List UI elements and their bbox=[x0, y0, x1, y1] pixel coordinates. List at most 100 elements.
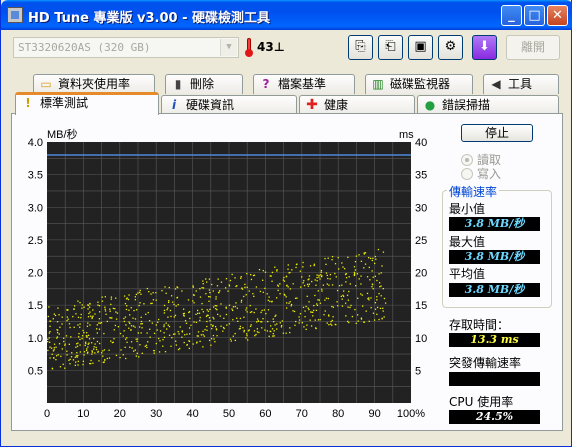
access-time-point bbox=[115, 297, 117, 299]
access-time-point bbox=[58, 314, 60, 316]
access-time-point bbox=[299, 270, 301, 272]
access-time-point bbox=[243, 295, 245, 298]
access-time-point bbox=[47, 349, 49, 352]
write-radio[interactable]: 寫入 bbox=[461, 165, 501, 182]
access-time-point bbox=[298, 316, 300, 318]
access-time-point bbox=[47, 338, 49, 340]
access-time-point bbox=[138, 356, 140, 358]
access-time-point bbox=[209, 291, 211, 294]
access-time-point bbox=[96, 324, 98, 326]
drive-select[interactable]: ST3320620AS (320 GB) ▼ bbox=[13, 37, 239, 58]
access-time-point bbox=[51, 367, 54, 369]
access-time-point bbox=[49, 346, 51, 348]
access-time-point bbox=[324, 257, 326, 260]
write-radio-dot[interactable] bbox=[461, 168, 473, 180]
access-time-point bbox=[366, 292, 369, 295]
access-time-point bbox=[316, 304, 319, 307]
access-time-point bbox=[360, 275, 362, 277]
access-time-point bbox=[360, 260, 363, 262]
access-time-point bbox=[92, 315, 94, 317]
access-time-point bbox=[145, 344, 148, 346]
access-time-point bbox=[52, 350, 55, 352]
access-time-point bbox=[273, 335, 275, 337]
access-time-point bbox=[347, 256, 349, 259]
thermometer-icon bbox=[245, 38, 253, 57]
access-time-point bbox=[98, 342, 101, 345]
tab-drive-info[interactable]: i 硬碟資訊 bbox=[161, 95, 297, 115]
access-time-point bbox=[365, 310, 367, 312]
access-time-point bbox=[357, 297, 359, 299]
save-button[interactable]: ▣ bbox=[408, 35, 433, 60]
access-time-point bbox=[163, 324, 165, 326]
access-time-point bbox=[167, 324, 169, 326]
access-time-point bbox=[134, 296, 137, 298]
access-time-point bbox=[103, 361, 105, 363]
copy-text-button[interactable]: ⎘ bbox=[348, 35, 373, 60]
access-time-point bbox=[58, 333, 60, 335]
access-time-point bbox=[174, 288, 177, 290]
access-time-point bbox=[319, 319, 321, 321]
access-time-point bbox=[172, 333, 175, 335]
access-time-point bbox=[374, 262, 376, 265]
tab-file-benchmark[interactable]: ? 檔案基準 bbox=[253, 74, 355, 94]
access-time-point bbox=[55, 346, 57, 348]
access-time-point bbox=[188, 347, 190, 350]
access-time-point bbox=[327, 297, 329, 300]
close-button[interactable]: ✕ bbox=[547, 5, 568, 26]
access-time-point bbox=[249, 304, 251, 307]
copy-text-icon: ⎘ bbox=[355, 39, 366, 54]
copy-screenshot-button[interactable]: ⎗ bbox=[378, 35, 403, 60]
title-bar[interactable]: HD Tune 專業版 v3.00 - 硬碟檢測工具 _ □ ✕ bbox=[1, 0, 572, 30]
exit-arrow-button[interactable]: ⬇ bbox=[472, 35, 497, 60]
access-time-point bbox=[79, 326, 81, 328]
access-time-point bbox=[206, 314, 208, 316]
avg-value: 3.8 MB/秒 bbox=[449, 283, 540, 297]
access-time-point bbox=[138, 326, 141, 328]
access-time-point bbox=[243, 316, 245, 318]
access-time-point bbox=[130, 325, 133, 327]
access-time-point bbox=[271, 328, 274, 330]
access-time-point bbox=[153, 332, 156, 335]
tab-tools[interactable]: ◀ 工具 bbox=[483, 74, 559, 94]
access-time-point bbox=[246, 273, 248, 275]
access-time-point bbox=[332, 316, 334, 318]
app-icon[interactable] bbox=[7, 7, 23, 23]
options-button[interactable]: ⚙ bbox=[438, 35, 463, 60]
tab-erase[interactable]: ▮ 刪除 bbox=[165, 74, 243, 94]
y-left-tick-label: 4.0 bbox=[28, 137, 43, 149]
access-time-point bbox=[314, 294, 316, 297]
access-time-point bbox=[257, 320, 259, 322]
access-time-point bbox=[258, 268, 261, 271]
access-time-point bbox=[337, 256, 339, 259]
access-time-point bbox=[267, 309, 270, 311]
access-time-point bbox=[153, 350, 155, 352]
minimize-button[interactable]: _ bbox=[501, 5, 522, 26]
access-time-point bbox=[110, 303, 112, 306]
access-time-point bbox=[355, 255, 358, 257]
stop-button[interactable]: 停止 bbox=[461, 124, 533, 142]
access-time-point bbox=[77, 336, 80, 338]
access-time-point bbox=[299, 313, 302, 315]
access-time-point bbox=[214, 326, 217, 328]
tab-benchmark[interactable]: ! 標準測試 bbox=[15, 92, 159, 115]
tab-health[interactable]: ✚ 健康 bbox=[299, 95, 415, 115]
access-time-point bbox=[255, 308, 257, 310]
access-time-point bbox=[285, 296, 287, 298]
x-tick-label: 30 bbox=[150, 408, 162, 420]
exit-button[interactable]: 離開 bbox=[506, 35, 560, 60]
access-time-point bbox=[232, 319, 234, 321]
access-time-point bbox=[372, 257, 374, 259]
access-time-point bbox=[264, 271, 267, 273]
access-time-point bbox=[282, 332, 285, 334]
chevron-down-icon[interactable]: ▼ bbox=[220, 39, 237, 56]
access-time-point bbox=[239, 327, 241, 330]
access-time-point bbox=[138, 304, 140, 307]
tab-error-scan[interactable]: ● 錯誤掃描 bbox=[417, 95, 559, 115]
tab-folder-usage[interactable]: ▭ 資料夾使用率 bbox=[33, 74, 155, 94]
hd-tune-window: HD Tune 專業版 v3.00 - 硬碟檢測工具 _ □ ✕ ST33206… bbox=[0, 0, 572, 447]
tab-disk-monitor[interactable]: ▥ 磁碟監視器 bbox=[365, 74, 473, 94]
maximize-button[interactable]: □ bbox=[524, 5, 545, 26]
access-time-point bbox=[283, 293, 285, 296]
access-time-point bbox=[276, 269, 278, 271]
access-time-point bbox=[368, 266, 370, 269]
